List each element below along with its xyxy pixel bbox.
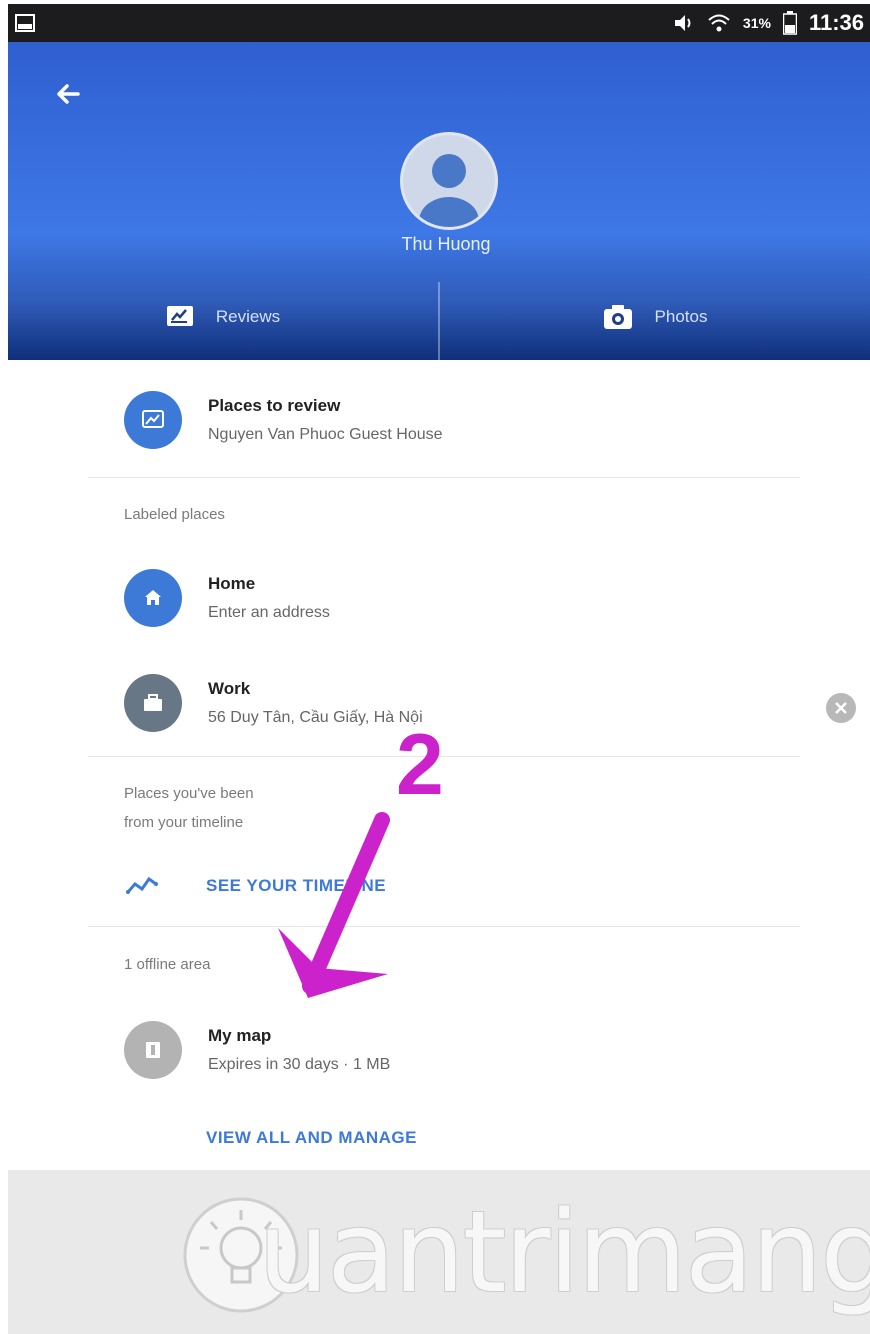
divider (88, 477, 800, 478)
timeline-heading-line1: Places you've been (124, 785, 254, 802)
places-to-review-item[interactable]: Places to review Nguyen Van Phuoc Guest … (124, 391, 443, 449)
briefcase-icon (144, 694, 162, 711)
volume-icon (674, 15, 691, 31)
offline-heading: 1 offline area (124, 956, 211, 973)
clock: 11:36 (808, 10, 864, 35)
battery-percentage: 31% (742, 15, 771, 31)
divider (88, 926, 800, 927)
screenshot-icon (15, 14, 35, 32)
tab-reviews[interactable]: Reviews (8, 274, 438, 360)
battery-icon (782, 11, 797, 35)
watermark-footer: uantrimang (8, 1170, 870, 1334)
tab-photos[interactable]: Photos (440, 274, 870, 360)
home-subtitle: Enter an address (208, 604, 330, 621)
tab-reviews-label: Reviews (215, 307, 281, 326)
avatar[interactable] (400, 132, 498, 230)
view-all-and-manage-link[interactable]: VIEW ALL AND MANAGE (206, 1128, 417, 1148)
profile-name: Thu Huong (401, 234, 491, 254)
divider (88, 756, 800, 757)
profile-tabs: Reviews Photos (8, 274, 870, 360)
work-icon-circle (124, 674, 182, 732)
home-icon-circle (124, 569, 182, 627)
timeline-icon (126, 876, 158, 894)
close-icon (835, 702, 847, 714)
places-to-review-title: Places to review (208, 396, 341, 415)
home-icon (145, 590, 161, 605)
places-to-review-subtitle: Nguyen Van Phuoc Guest House (208, 426, 443, 443)
home-item[interactable]: Home Enter an address (124, 569, 330, 627)
home-title: Home (208, 574, 256, 593)
person-icon (419, 154, 479, 227)
annotation-number: 2 (396, 717, 444, 813)
profile-header: Thu Huong Reviews Photos (8, 42, 870, 360)
work-title: Work (208, 679, 251, 698)
my-map-subtitle: Expires in 30 days · 1 MB (208, 1056, 391, 1073)
status-bar: 31% 11:36 (8, 4, 870, 42)
wifi-icon (708, 14, 730, 32)
my-map-item[interactable]: My map Expires in 30 days · 1 MB (124, 1021, 390, 1079)
my-map-icon-circle (124, 1021, 182, 1079)
timeline-heading: Places you've been from your timeline (124, 779, 254, 837)
camera-icon (603, 305, 632, 329)
tab-photos-label: Photos (654, 307, 708, 326)
my-map-title: My map (208, 1026, 272, 1045)
back-button[interactable] (46, 72, 90, 116)
remove-work-button[interactable] (826, 693, 856, 723)
watermark-text: uantrimang (258, 1188, 870, 1318)
reviews-icon (166, 306, 193, 326)
annotation-arrow (278, 812, 390, 998)
timeline-heading-line2: from your timeline (124, 814, 244, 831)
labeled-places-heading: Labeled places (124, 506, 225, 523)
places-to-review-icon (124, 391, 182, 449)
back-arrow-icon (57, 84, 80, 104)
review-image-icon (142, 410, 164, 428)
work-subtitle: 56 Duy Tân, Cầu Giấy, Hà Nội (208, 709, 423, 726)
offline-map-icon (146, 1042, 160, 1058)
work-item[interactable]: Work 56 Duy Tân, Cầu Giấy, Hà Nội (124, 674, 423, 732)
